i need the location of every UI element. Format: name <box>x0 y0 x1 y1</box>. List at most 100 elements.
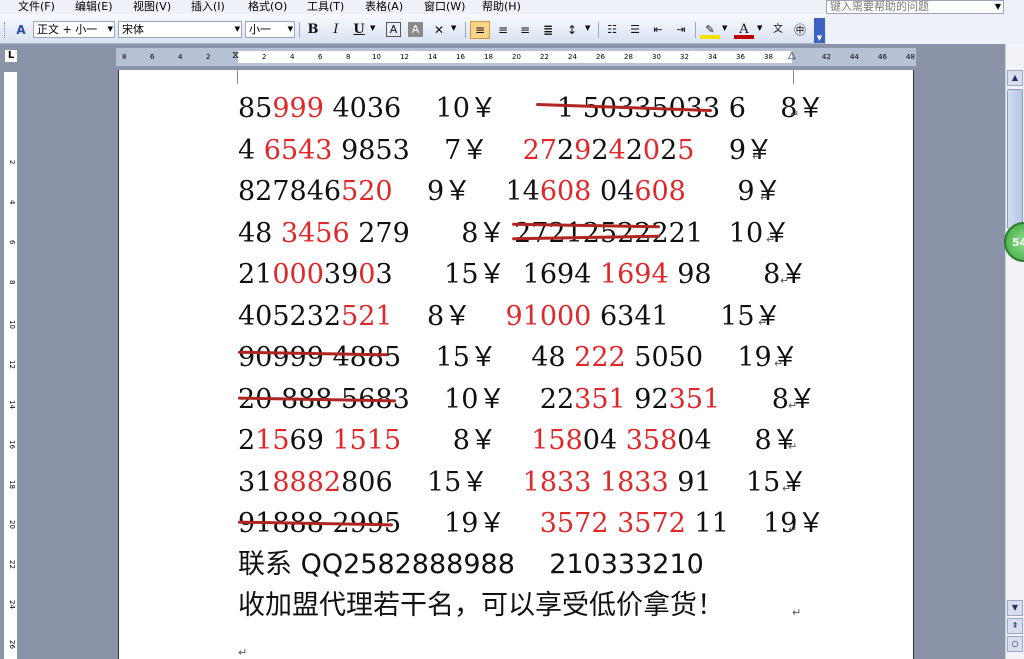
margin-corner-mark <box>237 70 238 84</box>
char-shading-icon[interactable]: A <box>408 22 423 37</box>
toolbar-grip[interactable] <box>4 22 7 38</box>
menu-view[interactable]: 视图(V) <box>133 0 171 13</box>
char-scaling-dropdown-icon[interactable]: ▼ <box>451 24 456 32</box>
font-size-select[interactable]: 小一 ▼ <box>245 21 295 38</box>
ruler-tick: 12 <box>8 360 16 369</box>
font-color-dropdown-icon[interactable]: ▼ <box>757 24 762 32</box>
align-right-button[interactable]: ≡ <box>515 21 535 39</box>
document-line[interactable]: 405232521 8￥ 91000 6341 15￥ <box>238 302 782 332</box>
ruler-tick: 2 <box>8 160 16 165</box>
document-line[interactable]: 318882806 15￥ 1833 1833 91 15￥ <box>238 468 807 498</box>
menu-edit[interactable]: 编辑(E) <box>75 0 113 13</box>
ruler-tick: 2 <box>262 53 267 61</box>
highlight-dropdown-icon[interactable]: ▼ <box>722 24 727 32</box>
justify-button[interactable]: ≣ <box>538 21 558 39</box>
ruler-tick: 24 <box>568 53 577 61</box>
select-browse-object-icon[interactable]: ○ <box>1007 636 1023 652</box>
bullets-button[interactable]: ☰ <box>625 21 645 39</box>
ruler-tick: 18 <box>484 53 493 61</box>
help-dropdown-icon[interactable]: ▼ <box>992 0 1004 14</box>
toolbar-separator <box>598 22 599 38</box>
document-line[interactable]: 4 6543 9853 7￥ 2729242025 9￥ <box>238 136 773 166</box>
previous-page-icon[interactable]: ⇞ <box>1007 618 1023 634</box>
ruler-tick: 14 <box>428 53 437 61</box>
styles-pane-icon[interactable]: A <box>11 21 31 39</box>
vertical-ruler[interactable]: 2 4 6 8 10 12 14 16 18 20 22 24 26 <box>4 72 18 659</box>
toolbar-options-icon[interactable]: ▼ <box>814 18 825 43</box>
paragraph-mark: ↵ <box>792 606 802 619</box>
align-center-button[interactable]: ≡ <box>493 21 513 39</box>
underline-button[interactable]: U <box>349 21 369 39</box>
toolbar-separator <box>299 22 300 38</box>
ruler-tick: 8 <box>122 53 127 61</box>
menu-insert[interactable]: 插入(I) <box>191 0 225 13</box>
document-line[interactable]: 收加盟代理若干名，可以享受低价拿货！ <box>238 591 724 621</box>
document-line[interactable]: 210003903 15￥ 1694 1694 98 8￥ <box>238 260 807 290</box>
char-border-icon[interactable]: A <box>386 22 401 37</box>
menu-window[interactable]: 窗口(W) <box>424 0 465 13</box>
paragraph-mark: ↵ <box>780 274 790 287</box>
numbering-button[interactable]: ☷ <box>602 21 622 39</box>
align-left-button[interactable]: ≡ <box>470 21 490 39</box>
paragraph-mark: ↵ <box>788 399 798 412</box>
ruler-tick: 24 <box>8 600 16 609</box>
italic-button[interactable]: I <box>326 21 346 39</box>
ruler-tick: 16 <box>8 440 16 449</box>
ruler-tick: 38 <box>764 53 773 61</box>
document-line[interactable]: 21569 1515 8￥ 15804 35804 8￥ <box>238 426 799 456</box>
document-line[interactable]: 联系 QQ2582888988 210333210 <box>238 550 704 580</box>
ruler-tick: 4 <box>178 53 183 61</box>
scroll-thumb[interactable] <box>1007 89 1023 229</box>
char-scaling-icon[interactable]: ✕ <box>429 21 449 39</box>
ruler-tick: 18 <box>8 480 16 489</box>
document-line[interactable]: 85999 4036 10￥ 1 50335033 6 8￥ <box>238 94 824 124</box>
font-select[interactable]: 宋体 ▼ <box>118 21 242 38</box>
menu-file[interactable]: 文件(F) <box>18 0 55 13</box>
ruler-tick: 16 <box>456 53 465 61</box>
ruler-tick: 34 <box>708 53 717 61</box>
ruler-tick: 10 <box>372 53 381 61</box>
ruler-tick: 22 <box>540 53 549 61</box>
menu-format[interactable]: 格式(O) <box>248 0 287 13</box>
ruler-tick: 32 <box>680 53 689 61</box>
ruler-tick: 20 <box>512 53 521 61</box>
toolbar-separator <box>465 22 466 38</box>
toolbar-empty-area <box>826 14 1024 44</box>
style-select[interactable]: 正文 + 小一 ▼ <box>33 21 115 38</box>
ruler-tick: 28 <box>624 53 633 61</box>
ruler-tick: 46 <box>878 53 887 61</box>
paragraph-mark: ↵ <box>790 108 800 121</box>
ruler-tick: 6 <box>318 53 323 61</box>
right-indent-marker[interactable]: △ <box>788 50 796 61</box>
horizontal-ruler[interactable]: 8 6 4 2 ⧖ 2 4 6 8 10 12 14 16 18 20 22 2… <box>116 48 916 66</box>
format-toolbar: A 正文 + 小一 ▼ 宋体 ▼ 小一 ▼ B I U ▼ A A ✕ ▼ ≡ ≡ ≡… <box>0 14 826 44</box>
document-line[interactable]: 90999 4885 15￥ 48 222 5050 19￥ <box>238 343 799 373</box>
ruler-tick: 6 <box>150 53 155 61</box>
line-spacing-dropdown-icon[interactable]: ▼ <box>585 24 590 32</box>
decrease-indent-button[interactable]: ⇤ <box>648 21 668 39</box>
help-search-input[interactable]: 键入需要帮助的问题 <box>826 0 1004 14</box>
vertical-scrollbar[interactable]: ▲ ▼ ⇞ ○ <box>1005 44 1024 659</box>
bold-button[interactable]: B <box>303 21 323 39</box>
underline-dropdown-icon[interactable]: ▼ <box>370 24 375 32</box>
paragraph-mark: ↵ <box>766 233 776 246</box>
menu-tools[interactable]: 工具(T) <box>307 0 344 13</box>
highlight-button[interactable]: ✎ <box>700 21 720 39</box>
font-color-button[interactable]: A <box>734 21 754 39</box>
paragraph-mark: ↵ <box>690 565 700 578</box>
ruler-tick: 22 <box>8 560 16 569</box>
increase-indent-button[interactable]: ⇥ <box>671 21 691 39</box>
scroll-up-icon[interactable]: ▲ <box>1007 70 1023 86</box>
menu-help[interactable]: 帮助(H) <box>482 0 521 13</box>
tab-stop-selector[interactable]: L <box>4 49 18 63</box>
line-spacing-button[interactable]: ↕ <box>562 21 582 39</box>
phonetic-guide-icon[interactable]: 文 <box>768 21 788 39</box>
menu-table[interactable]: 表格(A) <box>365 0 403 13</box>
paragraph-mark: ↵ <box>752 150 762 163</box>
enclose-char-icon[interactable]: ㊥ <box>790 21 810 39</box>
paragraph-mark: ↵ <box>758 316 768 329</box>
scroll-down-icon[interactable]: ▼ <box>1007 600 1023 616</box>
ruler-tick: 36 <box>736 53 745 61</box>
first-line-indent-marker[interactable]: ⧖ <box>232 50 239 61</box>
document-line[interactable]: 827846520 9￥ 14608 04608 9￥ <box>238 177 782 207</box>
